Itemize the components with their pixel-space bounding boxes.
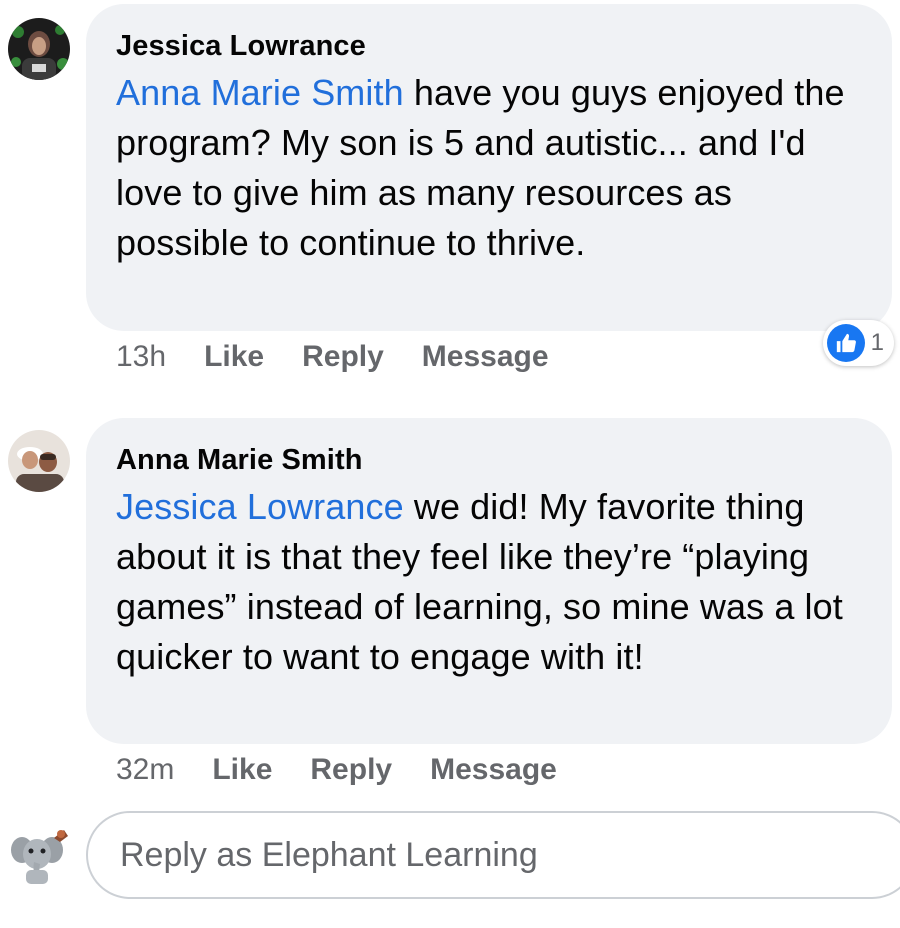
reply-input[interactable] [118,834,802,876]
message-button[interactable]: Message [422,339,549,375]
comment-timestamp[interactable]: 32m [116,752,174,788]
reply-button[interactable]: Reply [302,339,384,375]
comment-bubble: Jessica Lowrance Anna Marie Smith have y… [86,4,892,331]
profile-photo-icon [8,18,70,80]
like-thumb-icon [826,324,865,362]
message-button[interactable]: Message [430,752,557,788]
like-button[interactable]: Like [212,752,272,788]
comment-timestamp[interactable]: 13h [116,339,166,375]
avatar[interactable] [8,18,70,80]
comment-bubble: Anna Marie Smith Jessica Lowrance we did… [86,418,892,744]
reply-button[interactable]: Reply [310,752,392,788]
comment-author[interactable]: Jessica Lowrance [116,28,868,64]
reaction-summary[interactable]: 1 [822,320,894,366]
avatar[interactable] [8,430,70,492]
reply-composer[interactable] [86,811,900,899]
elephant-learning-avatar-icon [8,824,72,888]
profile-photo-icon [8,430,70,492]
comment-text: Jessica Lowrance we did! My favorite thi… [116,482,868,682]
reaction-count: 1 [870,329,884,356]
comment-actions: 32m Like Reply Message [116,752,595,788]
like-button[interactable]: Like [204,339,264,375]
mention-link[interactable]: Anna Marie Smith [116,72,404,113]
comment-actions: 13h Like Reply Message [116,339,587,375]
mention-link[interactable]: Jessica Lowrance [116,486,404,527]
comment-text: Anna Marie Smith have you guys enjoyed t… [116,68,868,268]
comment-author[interactable]: Anna Marie Smith [116,442,868,478]
